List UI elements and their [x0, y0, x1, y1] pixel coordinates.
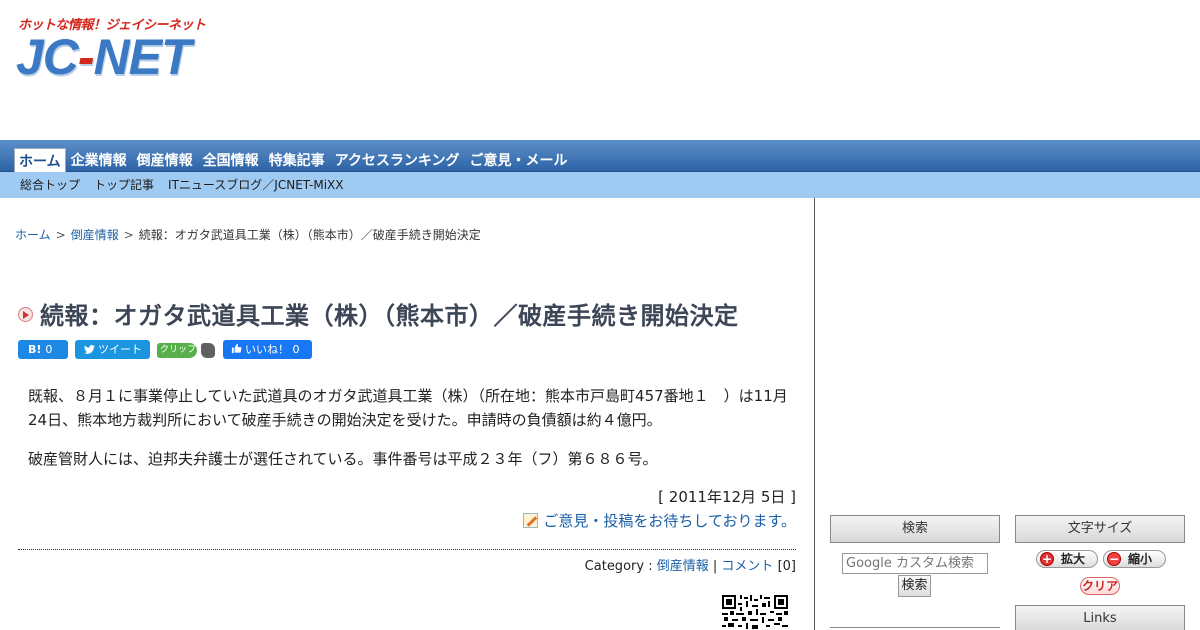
breadcrumb-separator: > — [123, 228, 134, 242]
breadcrumb-home[interactable]: ホーム — [15, 228, 51, 242]
article-date: [ 2011年12月 5日 ] — [658, 488, 796, 506]
subnav-item-it-news-blog[interactable]: ITニュースブログ／JCNET-MiXX — [168, 172, 343, 198]
font-size-panel-title: 文字サイズ — [1015, 515, 1185, 543]
nav-item-company-info[interactable]: 企業情報 — [66, 148, 132, 172]
article-meta: Category : 倒産情報 | コメント [0] — [585, 555, 796, 574]
zoom-out-label: 縮小 — [1128, 552, 1153, 566]
font-size-decrease-button[interactable]: − 縮小 — [1103, 550, 1166, 568]
column-divider — [814, 198, 815, 630]
feedback-link[interactable]: ご意見・投稿をお待ちしております。 — [523, 510, 796, 531]
search-panel-title: 検索 — [830, 515, 1000, 543]
nav-item-features[interactable]: 特集記事 — [264, 148, 330, 172]
links-panel-title: Links — [1015, 605, 1185, 630]
nav-item-feedback[interactable]: ご意見・メール — [464, 148, 572, 172]
font-size-increase-button[interactable]: + 拡大 — [1036, 550, 1098, 568]
subnav-item-general-top[interactable]: 総合トップ — [20, 172, 80, 198]
category-label: Category — [584, 559, 645, 574]
hatena-bookmark-button[interactable]: B! 0 — [18, 340, 68, 359]
breadcrumb-current: 続報：オガタ武道具工業（株）（熊本市）／破産手続き開始決定 — [138, 228, 481, 242]
search-button[interactable]: 検索 — [898, 575, 931, 597]
breadcrumb-category[interactable]: 倒産情報 — [71, 228, 119, 242]
zoom-in-label: 拡大 — [1061, 552, 1086, 566]
meta-pipe: | — [712, 559, 718, 574]
breadcrumb: ホーム > 倒産情報 > 続報：オガタ武道具工業（株）（熊本市）／破産手続き開始決定 — [15, 226, 481, 243]
nav-item-home[interactable]: ホーム — [14, 148, 66, 172]
tweet-button[interactable]: ツイート — [75, 340, 150, 359]
main-nav: ホーム 企業情報 倒産情報 全国情報 特集記事 アクセスランキング ご意見・メー… — [0, 140, 1200, 172]
breadcrumb-separator: > — [55, 228, 66, 242]
search-input[interactable] — [842, 553, 988, 574]
qr-code-icon — [722, 595, 788, 630]
sub-nav: 総合トップ トップ記事 ITニュースブログ／JCNET-MiXX — [0, 172, 1200, 198]
logo-wordmark: JC-NET — [16, 29, 192, 85]
logo-text-dash: - — [77, 29, 95, 85]
comment-count: [0] — [777, 559, 796, 574]
page: ホットな情報！ジェイシーネット JC-NET ホーム 企業情報 倒産情報 全国情… — [0, 0, 1200, 630]
category-colon: : — [648, 559, 653, 574]
evernote-icon[interactable] — [201, 343, 215, 358]
minus-icon: − — [1107, 552, 1121, 566]
pencil-icon — [523, 513, 539, 528]
like-label: いいね！ 0 — [245, 343, 300, 356]
twitter-bird-icon — [84, 345, 95, 354]
plus-icon: + — [1040, 552, 1054, 566]
clip-button[interactable]: クリップ — [157, 343, 197, 358]
nav-item-bankruptcy-info[interactable]: 倒産情報 — [132, 148, 198, 172]
article-title: 続報：オガタ武道具工業（株）（熊本市）／破産手続き開始決定 — [40, 302, 739, 330]
logo-text-net: NET — [93, 29, 192, 85]
tweet-label: ツイート — [98, 343, 142, 356]
nav-item-access-ranking[interactable]: アクセスランキング — [330, 148, 465, 172]
article-divider — [18, 549, 796, 550]
hatena-label: B! — [28, 343, 42, 356]
subnav-item-top-articles[interactable]: トップ記事 — [94, 172, 154, 198]
article-paragraph-1: 既報、８月１に事業停止していた武道具のオガタ武道具工業（株）（所在地：熊本市戸島… — [28, 387, 788, 429]
hatena-count: 0 — [45, 343, 53, 356]
clip-label: クリップ — [160, 345, 197, 355]
feedback-link-label: ご意見・投稿をお待ちしております。 — [543, 512, 796, 530]
logo-text-jc: JC — [16, 29, 79, 85]
category-link[interactable]: 倒産情報 — [657, 559, 709, 574]
site-header: ホットな情報！ジェイシーネット JC-NET — [0, 0, 1200, 140]
comment-link[interactable]: コメント — [721, 559, 773, 574]
article-paragraph-2: 破産管財人には、迫邦夫弁護士が選任されている。事件番号は平成２３年（フ）第６８６… — [28, 450, 658, 468]
font-size-reset-button[interactable]: クリア — [1080, 577, 1120, 595]
site-logo[interactable]: ホットな情報！ジェイシーネット JC-NET — [16, 14, 216, 90]
title-bullet-icon — [18, 307, 33, 322]
nav-item-national-info[interactable]: 全国情報 — [198, 148, 264, 172]
thumbs-up-icon — [231, 343, 242, 354]
facebook-like-button[interactable]: いいね！ 0 — [223, 340, 312, 359]
